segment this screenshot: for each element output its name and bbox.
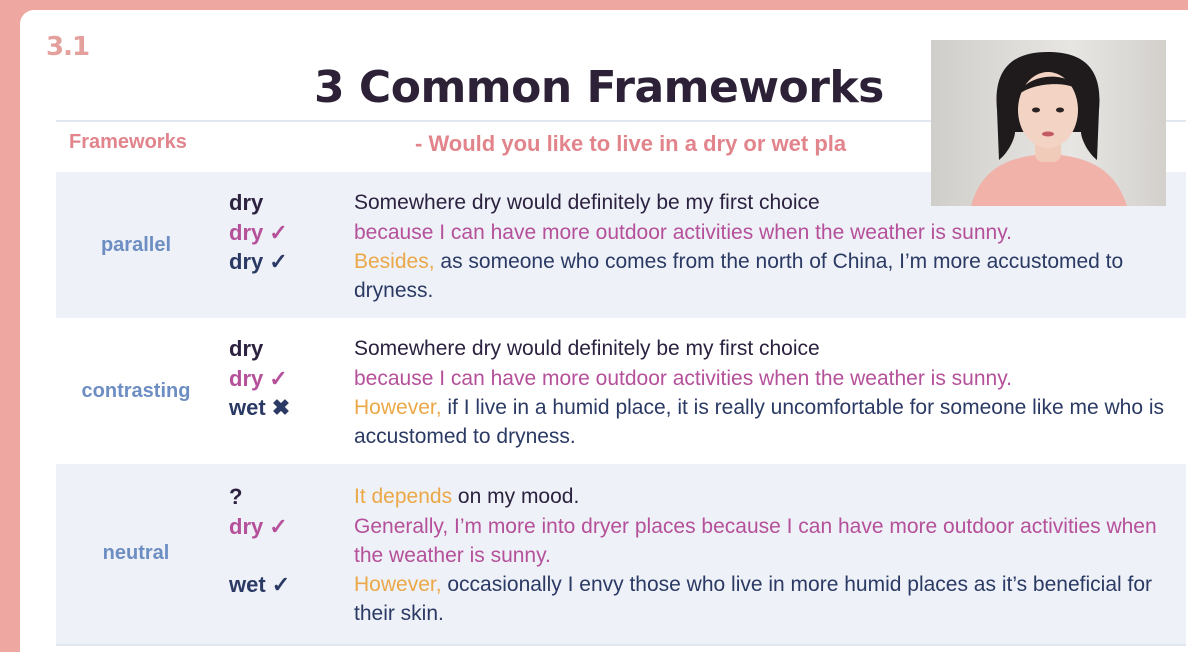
keyword-line-3: wet ✓ bbox=[229, 570, 290, 599]
bilibili-logo-icon-glyph: bili bbox=[1130, 9, 1182, 44]
keyword: wet bbox=[229, 395, 266, 420]
keyword: dry bbox=[229, 336, 264, 361]
keyword-line-1: dry bbox=[229, 334, 263, 363]
keyword: dry bbox=[229, 190, 264, 215]
transition-word: However, bbox=[354, 396, 448, 419]
keyword: dry bbox=[229, 249, 264, 274]
channel-watermark: 莱斯莉的英语频道 bbox=[922, 18, 1082, 40]
cross-icon: ✖ bbox=[271, 395, 291, 420]
question-header: - Would you like to live in a dry or wet… bbox=[415, 131, 847, 156]
keyword-line-2: dry ✓ bbox=[229, 218, 288, 247]
keyword: dry bbox=[229, 514, 264, 539]
sentence-line-3: Besides, as someone who comes from the n… bbox=[354, 247, 1174, 305]
slide-title: 3 Common Frameworks bbox=[314, 62, 884, 113]
framework-row-contrasting: contrasting dry dry ✓ wet ✖ Somewhere dry … bbox=[56, 318, 1186, 464]
keyword-line-2: dry ✓ bbox=[229, 364, 288, 393]
framework-label: parallel bbox=[100, 234, 172, 256]
keyword: ? bbox=[229, 484, 243, 509]
sentence-text: Somewhere dry would definitely be my fir… bbox=[354, 191, 820, 214]
transition-word: However, bbox=[354, 573, 448, 596]
sentence-text: as someone who comes from the north of C… bbox=[354, 250, 1124, 302]
sentence-text: Generally, I’m more into dryer places be… bbox=[354, 515, 1157, 567]
keyword-line-1: ? bbox=[229, 482, 242, 511]
sentence-line-1: It depends on my mood. bbox=[354, 482, 1174, 511]
sentence-line-2: because I can have more outdoor activiti… bbox=[354, 364, 1174, 393]
bilibili-logo-icon: bili bbox=[1128, 6, 1182, 44]
section-number: 3.1 bbox=[46, 32, 90, 62]
sentence-text: Somewhere dry would definitely be my fir… bbox=[354, 337, 820, 360]
check-icon: ✓ bbox=[269, 220, 288, 245]
keyword-line-2: dry ✓ bbox=[229, 512, 288, 541]
framework-label: contrasting bbox=[81, 380, 191, 402]
sentence-line-2: Generally, I’m more into dryer places be… bbox=[354, 512, 1174, 570]
check-icon: ✓ bbox=[269, 249, 288, 274]
sentence-line-3: However, if I live in a humid place, it … bbox=[354, 393, 1174, 451]
check-icon: ✓ bbox=[269, 514, 288, 539]
keyword: wet bbox=[229, 572, 266, 597]
framework-label: neutral bbox=[102, 542, 170, 564]
frameworks-column-header: Frameworks bbox=[69, 131, 187, 153]
presenter-webcam bbox=[931, 40, 1166, 206]
sentence-text: if I live in a humid place, it is really… bbox=[354, 396, 1165, 448]
sentence-text: because I can have more outdoor activiti… bbox=[354, 221, 1012, 244]
keyword-line-3: wet ✖ bbox=[229, 393, 290, 422]
keyword-line-1: dry bbox=[229, 188, 263, 217]
check-icon: ✓ bbox=[271, 572, 291, 597]
sentence-text: on my mood. bbox=[457, 485, 580, 508]
sentence-line-3: However, occasionally I envy those who l… bbox=[354, 570, 1174, 628]
sentence-line-1: Somewhere dry would definitely be my fir… bbox=[354, 334, 1174, 363]
presenter-image bbox=[971, 52, 1127, 206]
keyword: dry bbox=[229, 220, 264, 245]
keyword: dry bbox=[229, 366, 264, 391]
svg-text:bili: bili bbox=[1130, 9, 1182, 42]
transition-word: It depends bbox=[354, 485, 458, 508]
table-bottom-border bbox=[56, 644, 1186, 646]
keyword-line-3: dry ✓ bbox=[229, 247, 288, 276]
framework-row-neutral: neutral ? dry ✓ wet ✓ It depends on my moo… bbox=[56, 464, 1186, 644]
sentence-text: because I can have more outdoor activiti… bbox=[354, 367, 1012, 390]
check-icon: ✓ bbox=[269, 366, 288, 391]
sentence-line-2: because I can have more outdoor activiti… bbox=[354, 218, 1174, 247]
sentence-text: occasionally I envy those who live in mo… bbox=[354, 573, 1153, 625]
transition-word: Besides, bbox=[354, 250, 441, 273]
